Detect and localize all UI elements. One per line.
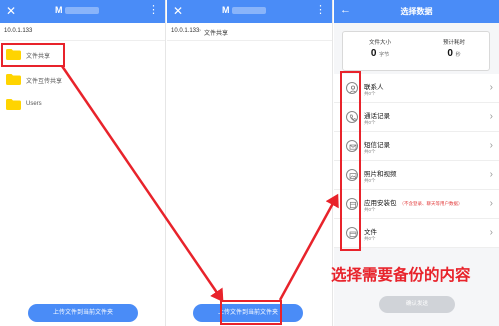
item-name: 应用安装包 （不含登录、聊天等用户数据）: [364, 200, 463, 207]
item-name: 文件: [364, 229, 377, 236]
list-item-sms[interactable]: 短信记录 共0个 ›: [334, 132, 499, 161]
chevron-right-icon: ›: [489, 111, 493, 122]
item-count: 共0个: [364, 207, 376, 212]
file-icon: [346, 227, 358, 239]
chevron-right-icon: ›: [489, 169, 493, 180]
breadcrumb: 10.0.1.133 › 文件共享: [167, 23, 332, 41]
breadcrumb-separator: ›: [199, 28, 201, 34]
estimated-time-caption: 预计耗时: [442, 40, 465, 46]
item-name: 联系人: [364, 84, 384, 91]
folder-item-users[interactable]: Users: [4, 96, 154, 114]
item-name: 短信记录: [364, 142, 390, 149]
item-count: 共0个: [364, 149, 376, 154]
list-item-contacts[interactable]: 联系人 共0个 ›: [334, 74, 499, 103]
estimated-time-stat: 预计耗时 0 秒: [417, 38, 491, 59]
item-count: 共0个: [364, 178, 376, 183]
top-bar: ✕ M ⋮: [167, 0, 332, 23]
folder-icon: [6, 74, 21, 85]
folder-item-transfer-share[interactable]: 文件互传共享: [4, 71, 154, 89]
more-menu-icon[interactable]: ⋮: [148, 3, 159, 16]
message-icon: [346, 140, 358, 152]
page-title: 选择数据: [400, 7, 433, 16]
file-size-stat: 文件大小 0 字节: [343, 38, 417, 59]
item-note: （不含登录、聊天等用户数据）: [399, 201, 463, 206]
summary-card: 文件大小 0 字节 预计耗时 0 秒: [342, 31, 490, 71]
top-bar: ✕ M ⋮: [0, 0, 165, 23]
folder-label: Users: [26, 101, 42, 107]
list-item-call-log[interactable]: 通话记录 共0个 ›: [334, 103, 499, 132]
folder-icon: [6, 49, 21, 60]
confirm-send-button[interactable]: 确认发送: [379, 296, 455, 313]
file-browser-panel-root: ✕ M ⋮ 10.0.1.133 › 文件共享 上传文件到当前文件夹: [167, 0, 333, 326]
photo-icon: [346, 169, 358, 181]
phone-icon: [346, 111, 358, 123]
top-bar: ← 选择数据: [334, 0, 499, 23]
contact-icon: [346, 82, 358, 94]
item-name: 照片和视频: [364, 171, 397, 178]
list-item-files[interactable]: 文件 共0个 ›: [334, 219, 499, 248]
estimated-time-value: 0 秒: [447, 48, 461, 59]
breadcrumb-item[interactable]: 文件共享: [204, 28, 228, 37]
list-item-photos-videos[interactable]: 照片和视频 共0个 ›: [334, 161, 499, 190]
upload-to-folder-button[interactable]: 上传文件到当前文件夹: [28, 304, 138, 322]
window-title: M: [55, 5, 99, 15]
chevron-right-icon: ›: [489, 140, 493, 151]
chevron-right-icon: ›: [489, 82, 493, 93]
window-title: M: [222, 5, 266, 15]
annotation-text: 选择需要备份的内容: [331, 266, 471, 284]
app-package-icon: [346, 198, 358, 210]
folder-label: 文件共享: [26, 54, 51, 60]
upload-to-folder-button[interactable]: 上传文件到当前文件夹: [193, 304, 303, 322]
list-item-app-packages[interactable]: 应用安装包 （不含登录、聊天等用户数据） 共0个 ›: [334, 190, 499, 219]
folder-icon: [6, 99, 21, 110]
item-count: 共0个: [364, 120, 376, 125]
file-size-caption: 文件大小: [368, 40, 391, 46]
close-icon[interactable]: ✕: [6, 4, 16, 18]
item-count: 共0个: [364, 91, 376, 96]
close-icon[interactable]: ✕: [173, 4, 183, 18]
breadcrumb-item[interactable]: 10.0.1.133: [171, 28, 199, 34]
folder-label: 文件互传共享: [26, 79, 63, 85]
folder-item-file-share[interactable]: 文件共享: [4, 46, 154, 64]
breadcrumb-item[interactable]: 10.0.1.133: [4, 28, 32, 34]
chevron-right-icon: ›: [489, 227, 493, 238]
more-menu-icon[interactable]: ⋮: [315, 3, 326, 16]
chevron-right-icon: ›: [489, 198, 493, 209]
file-size-value: 0 字节: [370, 48, 390, 59]
item-name: 通话记录: [364, 113, 390, 120]
file-browser-panel-root: ✕ M ⋮ 10.0.1.133 文件共享 文件互传共享 Users 上传文件到…: [0, 0, 166, 326]
item-count: 共0个: [364, 236, 376, 241]
breadcrumb: 10.0.1.133: [0, 23, 165, 41]
